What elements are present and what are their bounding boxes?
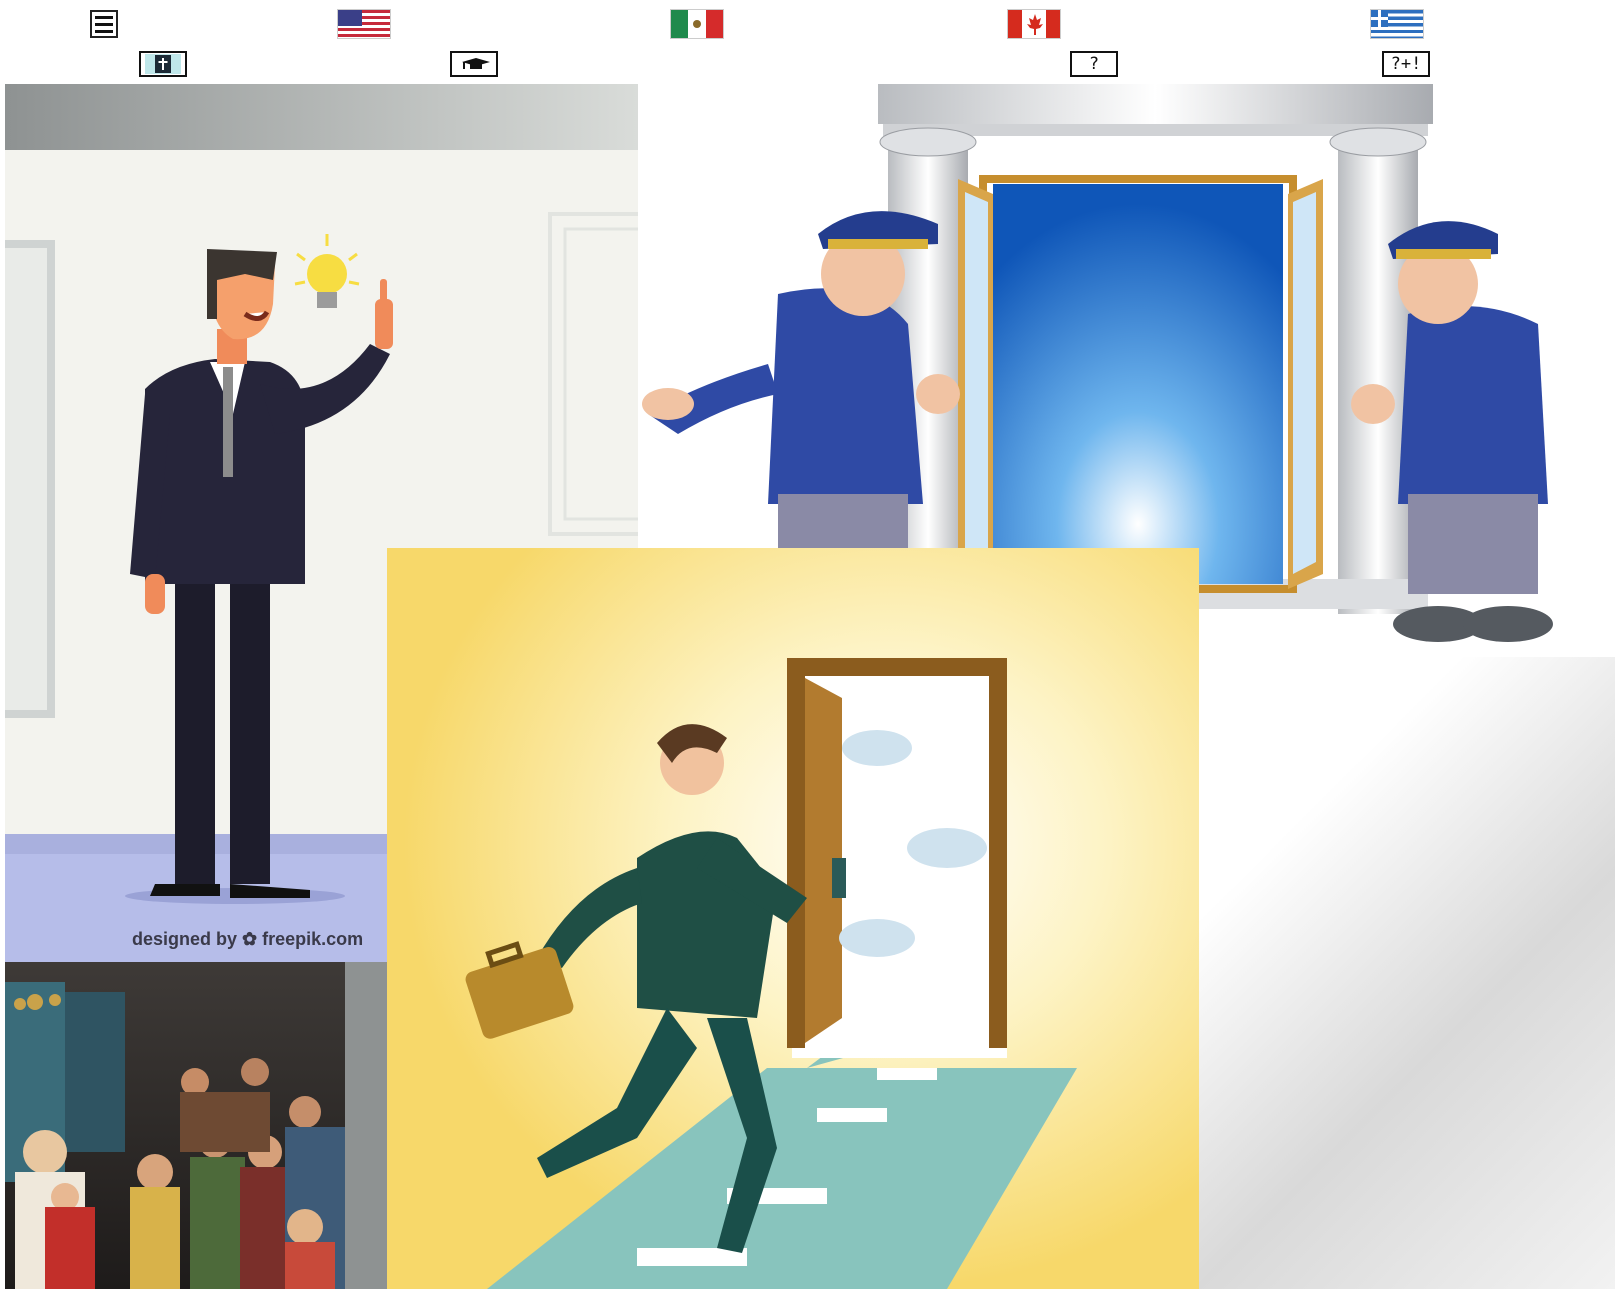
spanish-mexico-flag-icon[interactable] <box>670 9 724 39</box>
bible-icon <box>145 54 181 74</box>
quiz-button[interactable]: ?+! <box>1382 51 1430 77</box>
freepik-watermark: designed by ✿ freepik.com <box>132 929 364 949</box>
english-us-flag-icon[interactable] <box>337 9 391 39</box>
help-button[interactable]: ? <box>1070 51 1118 77</box>
bible-button[interactable] <box>139 51 187 77</box>
man-walking-through-door-illustration[interactable] <box>387 548 1199 1289</box>
hamburger-menu-icon[interactable] <box>90 10 118 38</box>
biblical-gathering-painting[interactable] <box>5 962 345 1289</box>
background-strip <box>345 962 387 1289</box>
french-canada-flag-icon[interactable] <box>1007 9 1061 39</box>
graduation-cap-icon <box>462 58 490 69</box>
graduation-button[interactable] <box>450 51 498 77</box>
background-gradient-area <box>1199 657 1615 1289</box>
greek-flag-icon[interactable] <box>1370 9 1424 39</box>
